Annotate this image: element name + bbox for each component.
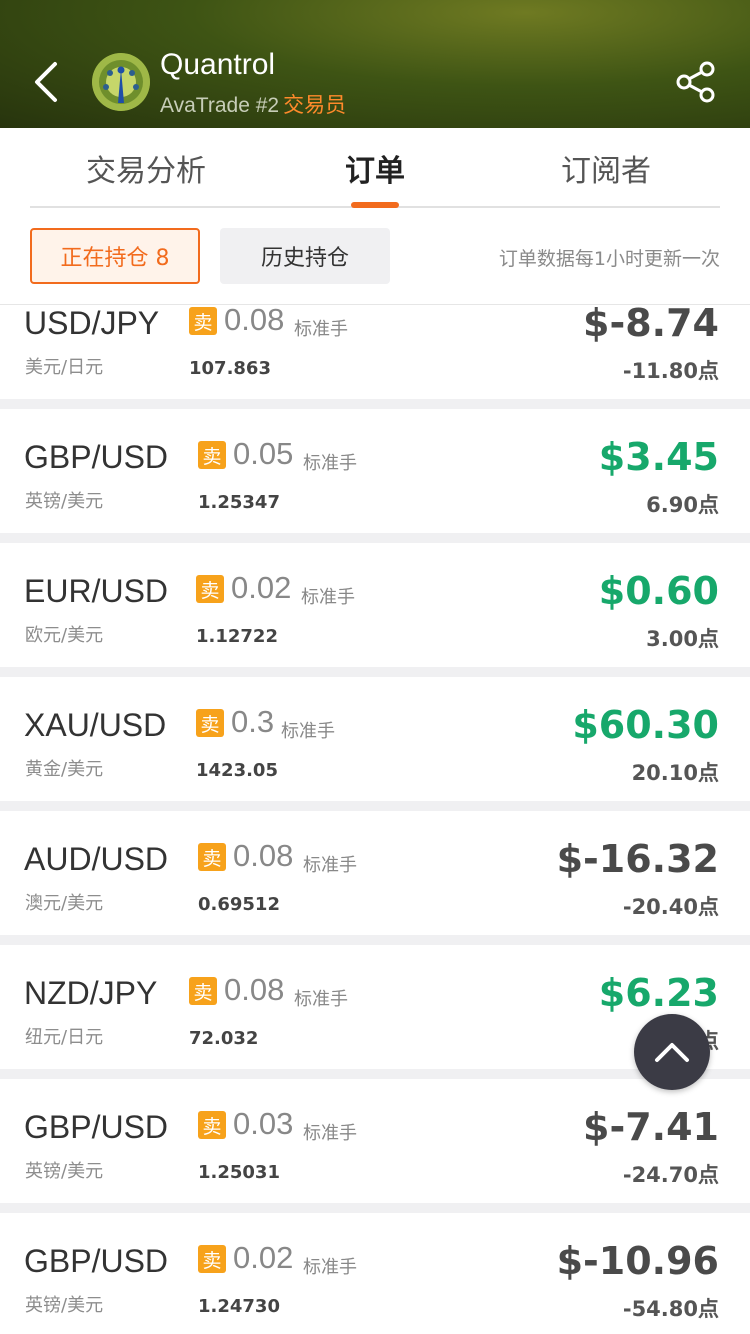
open-price: 1.12722	[196, 626, 278, 647]
order-card[interactable]: USD/JPY 美元/日元 卖 0.08 标准手 107.863 $-8.74 …	[0, 305, 750, 399]
lot-size: 0.08	[233, 838, 294, 873]
currency-pair-cn: 美元/日元	[25, 357, 104, 378]
profit-loss: $60.30	[572, 703, 719, 747]
pips: -24.70点	[622, 1163, 719, 1187]
profit-loss: $6.23	[598, 971, 719, 1015]
profit-loss: $-10.96	[556, 1239, 719, 1283]
sell-badge: 卖	[189, 307, 217, 335]
back-arrow-icon	[35, 62, 57, 102]
lot-size: 0.08	[224, 305, 285, 337]
profit-loss: $-16.32	[556, 837, 719, 881]
lot-size: 0.03	[233, 1106, 294, 1141]
currency-pair-cn: 黄金/美元	[25, 759, 104, 780]
peacock-avatar-image	[92, 53, 150, 111]
trader-role: 交易员	[283, 93, 347, 117]
open-price: 72.032	[189, 1028, 259, 1049]
tab-orders[interactable]: 订单	[295, 146, 455, 190]
lot-unit: 标准手	[294, 319, 348, 340]
order-card[interactable]: GBP/USD 英镑/美元 卖 0.03 标准手 1.25031 $-7.41 …	[0, 1079, 750, 1203]
pips: 20.10点	[631, 761, 719, 785]
currency-pair: AUD/USD	[24, 841, 169, 877]
scroll-to-top-button[interactable]	[634, 1014, 710, 1090]
trader-name: Quantrol	[160, 48, 276, 81]
order-card[interactable]: EUR/USD 欧元/美元 卖 0.02 标准手 1.12722 $0.60 3…	[0, 543, 750, 667]
orders-list: USD/JPY 美元/日元 卖 0.08 标准手 107.863 $-8.74 …	[0, 305, 750, 1334]
order-card[interactable]: AUD/USD 澳元/美元 卖 0.08 标准手 0.69512 $-16.32…	[0, 811, 750, 935]
sell-badge: 卖	[196, 575, 224, 603]
avatar[interactable]	[92, 53, 150, 111]
sell-badge: 卖	[198, 441, 226, 469]
lot-size: 0.3	[231, 704, 275, 739]
history-positions-button[interactable]: 历史持仓	[220, 228, 390, 284]
share-icon	[676, 61, 715, 103]
currency-pair-cn: 澳元/美元	[25, 893, 104, 914]
back-button[interactable]	[22, 58, 70, 106]
pips: -11.80点	[622, 359, 719, 383]
open-price: 1.25347	[198, 492, 280, 513]
open-positions-button[interactable]: 正在持仓 8	[30, 228, 200, 284]
currency-pair: USD/JPY	[24, 305, 160, 341]
open-price: 1.24730	[198, 1296, 280, 1317]
order-card[interactable]: GBP/USD 英镑/美元 卖 0.02 标准手 1.24730 $-10.96…	[0, 1213, 750, 1334]
open-price: 107.863	[189, 358, 271, 379]
currency-pair-cn: 英镑/美元	[25, 491, 104, 512]
pips: -54.80点	[622, 1297, 719, 1321]
profit-loss: $-8.74	[583, 305, 719, 345]
pips: 3.00点	[646, 627, 719, 651]
lot-unit: 标准手	[294, 989, 348, 1010]
lot-unit: 标准手	[303, 855, 357, 876]
order-card[interactable]: XAU/USD 黄金/美元 卖 0.3 标准手 1423.05 $60.30 2…	[0, 677, 750, 801]
pips: -20.40点	[622, 895, 719, 919]
sell-badge: 卖	[198, 1245, 226, 1273]
currency-pair-cn: 纽元/日元	[25, 1027, 104, 1048]
currency-pair: EUR/USD	[24, 573, 169, 609]
pips: 6.90点	[646, 493, 719, 517]
open-price: 1423.05	[196, 760, 278, 781]
tab-trade-analysis[interactable]: 交易分析	[66, 146, 226, 190]
sell-badge: 卖	[198, 843, 226, 871]
currency-pair: GBP/USD	[24, 439, 169, 475]
lot-unit: 标准手	[303, 453, 357, 474]
sell-badge: 卖	[198, 1111, 226, 1139]
tab-bar: 交易分析 订单 订阅者	[0, 128, 750, 208]
position-filter-bar: 正在持仓 8 历史持仓 订单数据每1小时更新一次	[0, 208, 750, 305]
chevron-up-icon	[655, 1043, 689, 1062]
lot-unit: 标准手	[303, 1257, 357, 1278]
share-button[interactable]	[672, 58, 720, 106]
currency-pair: GBP/USD	[24, 1109, 169, 1145]
profit-loss: $-7.41	[583, 1105, 719, 1149]
currency-pair-cn: 英镑/美元	[25, 1161, 104, 1182]
lot-size: 0.05	[233, 436, 294, 471]
tab-subscribers[interactable]: 订阅者	[526, 146, 686, 190]
currency-pair: NZD/JPY	[24, 975, 158, 1011]
lot-unit: 标准手	[281, 721, 335, 742]
currency-pair: GBP/USD	[24, 1243, 169, 1279]
profit-loss: $0.60	[598, 569, 719, 613]
profile-header: Quantrol AvaTrade #2 交易员	[0, 0, 750, 128]
currency-pair-cn: 英镑/美元	[25, 1295, 104, 1316]
update-note: 订单数据每1小时更新一次	[498, 248, 720, 270]
lot-size: 0.02	[233, 1240, 294, 1275]
lot-size: 0.02	[231, 570, 292, 605]
open-price: 1.25031	[198, 1162, 280, 1183]
broker-rank: AvaTrade #2	[160, 94, 280, 117]
currency-pair-cn: 欧元/美元	[25, 625, 104, 646]
lot-unit: 标准手	[303, 1123, 357, 1144]
profit-loss: $3.45	[598, 435, 719, 479]
lot-size: 0.08	[224, 972, 285, 1007]
open-price: 0.69512	[198, 894, 280, 915]
lot-unit: 标准手	[301, 587, 355, 608]
order-card[interactable]: GBP/USD 英镑/美元 卖 0.05 标准手 1.25347 $3.45 6…	[0, 409, 750, 533]
sell-badge: 卖	[189, 977, 217, 1005]
trader-subtitle: AvaTrade #2 交易员	[160, 89, 346, 119]
currency-pair: XAU/USD	[24, 707, 167, 743]
sell-badge: 卖	[196, 709, 224, 737]
